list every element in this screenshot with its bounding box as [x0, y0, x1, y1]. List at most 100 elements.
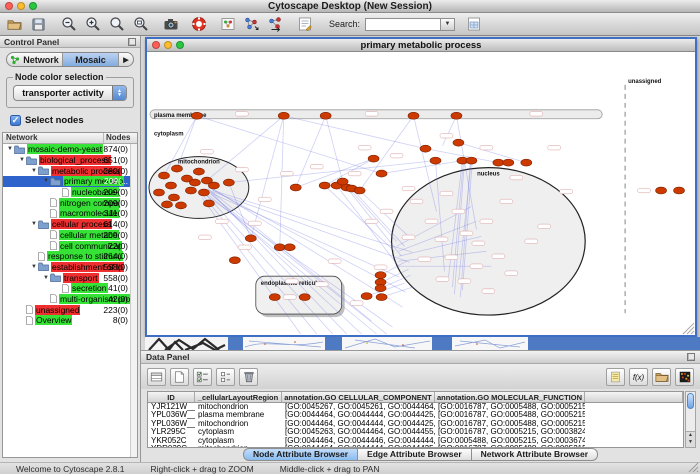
frame-zoom-button[interactable]: [176, 41, 184, 49]
table-row[interactable]: YKR052Ccytoplasm[GO:0044464, GO:0044446,…: [148, 437, 683, 445]
scrollbar-arrows[interactable]: ▲▼: [686, 431, 695, 447]
network-view-frame[interactable]: primary metabolic process plasma membran…: [145, 37, 697, 337]
tree-item-metabolic-process[interactable]: ▼metabolic process280(0): [3, 165, 137, 176]
network-node[interactable]: [354, 187, 365, 194]
table-cell[interactable]: cytoplasm: [195, 437, 282, 445]
zoom-fit-icon[interactable]: [107, 15, 126, 34]
help-lifering-icon[interactable]: [189, 15, 208, 34]
tree-item-biological-process[interactable]: ▼biological_process651(0): [3, 155, 137, 166]
table-column-header-cellularlayoutregion[interactable]: _cellularLayoutRegion: [195, 392, 282, 402]
network-node[interactable]: [269, 294, 280, 301]
tab-network[interactable]: Network: [7, 53, 63, 66]
network-node[interactable]: [503, 159, 514, 166]
save-icon[interactable]: [29, 15, 48, 34]
table-cell[interactable]: [GO:0045267, GO:0045261, GO:0044464, G..…: [282, 403, 435, 411]
network-node[interactable]: [245, 235, 256, 242]
network-node[interactable]: [191, 112, 202, 119]
table-cell[interactable]: [GO:0016787, GO:0005215, GO:0003824, G..…: [435, 428, 585, 436]
open-file-icon[interactable]: [5, 15, 24, 34]
tree-item-nucleobase[interactable]: nucleobase-209(0): [3, 187, 137, 198]
select-nodes-checkbox[interactable]: ✓: [10, 115, 21, 126]
attribute-notes-icon[interactable]: [606, 368, 625, 386]
tree-item-overview[interactable]: Overview8(0): [3, 315, 137, 326]
network-node[interactable]: [521, 159, 532, 166]
network-node[interactable]: [153, 189, 164, 196]
table-cell[interactable]: plasma membrane: [195, 411, 282, 419]
table-cell[interactable]: [585, 420, 683, 428]
table-column-header-annotation-go-molecular-function[interactable]: annotation.GO MOLECULAR_FUNCTION: [435, 392, 585, 402]
network-node[interactable]: [376, 294, 387, 301]
tree-item-establishment-of-lo[interactable]: ▼establishment of lo558(0): [3, 262, 137, 273]
disclosure-triangle-icon[interactable]: ▼: [42, 275, 50, 281]
table-cell[interactable]: [585, 403, 683, 411]
tree-column-nodes[interactable]: Nodes: [104, 133, 137, 143]
table-cell[interactable]: [GO:0016787, GO:0005488, GO:0005215, G..…: [435, 411, 585, 419]
network-node[interactable]: [175, 202, 186, 209]
table-cell[interactable]: mitochondrion: [195, 403, 282, 411]
network-node[interactable]: [278, 112, 289, 119]
network-node[interactable]: [193, 168, 204, 175]
zoom-selected-region-icon[interactable]: [131, 15, 150, 34]
tab-network-attribute-browser[interactable]: Network Attribute Browser: [472, 448, 598, 461]
network-node[interactable]: [375, 285, 386, 292]
network-node[interactable]: [299, 294, 310, 301]
network-node[interactable]: [368, 155, 379, 162]
network-node[interactable]: [674, 187, 685, 194]
zoom-button[interactable]: [29, 2, 37, 10]
network-node[interactable]: [274, 244, 285, 251]
network-edge[interactable]: [210, 193, 400, 278]
network-node[interactable]: [185, 187, 196, 194]
table-scrollbar[interactable]: ▲▼: [685, 391, 696, 448]
table-cell[interactable]: [GO:0016787, GO:0005488, GO:0005215, G..…: [435, 420, 585, 428]
table-cell[interactable]: YLR295C: [148, 428, 195, 436]
tab-mosaic[interactable]: Mosaic: [63, 53, 119, 66]
network-edge[interactable]: [360, 116, 414, 191]
table-row[interactable]: YLR295Ccytoplasm[GO:0045263, GO:0044464,…: [148, 428, 683, 436]
zoom-out-icon[interactable]: [59, 15, 78, 34]
network-node[interactable]: [493, 159, 504, 166]
frame-minimize-button[interactable]: [164, 41, 172, 49]
network-node[interactable]: [284, 244, 295, 251]
network-node[interactable]: [290, 184, 301, 191]
column-layout-icon[interactable]: [147, 368, 166, 386]
background-windows[interactable]: [145, 337, 700, 350]
table-column-header-annotation-go-cellular-component[interactable]: annotation.GO CELLULAR_COMPONENT: [282, 392, 435, 402]
table-cell[interactable]: [GO:0016787, GO:0005488, GO:0005215, G..…: [435, 403, 585, 411]
network-node[interactable]: [656, 187, 667, 194]
function-builder-icon[interactable]: f(x): [629, 368, 648, 386]
tree-item-nitrogen-compo[interactable]: nitrogen compo209(0): [3, 197, 137, 208]
network-node[interactable]: [376, 170, 387, 177]
tree-item-transport[interactable]: ▼transport558(0): [3, 272, 137, 283]
disclosure-triangle-icon[interactable]: ▼: [6, 146, 14, 152]
minimize-button[interactable]: [17, 2, 25, 10]
disclosure-triangle-icon[interactable]: ▼: [30, 264, 38, 270]
table-cell[interactable]: YKR052C: [148, 437, 195, 445]
network-node[interactable]: [158, 172, 169, 179]
tree-item-macromolecule[interactable]: macromolecule311(0): [3, 208, 137, 219]
attribute-table[interactable]: ID_cellularLayoutRegionannotation.GO CEL…: [147, 391, 684, 448]
table-column-header-empty[interactable]: [585, 392, 683, 402]
attribute-browser-icon[interactable]: [464, 15, 483, 34]
network-edge[interactable]: [325, 186, 395, 252]
network-node[interactable]: [168, 194, 179, 201]
network-frame-titlebar[interactable]: primary metabolic process: [147, 39, 695, 52]
network-node[interactable]: [420, 145, 431, 152]
import-attributes-icon[interactable]: [652, 368, 671, 386]
table-cell[interactable]: [GO:0044464, GO:0044444, GO:0044425, G..…: [282, 420, 435, 428]
frame-close-button[interactable]: [152, 41, 160, 49]
disclosure-triangle-icon[interactable]: ▼: [30, 168, 38, 174]
tree-item-multi-organism-pro[interactable]: multi-organism pro42(0): [3, 294, 137, 305]
network-node[interactable]: [361, 293, 372, 300]
network-node[interactable]: [223, 179, 234, 186]
table-row[interactable]: YJR121W__1mitochondrion[GO:0045267, GO:0…: [148, 403, 683, 411]
network-node[interactable]: [229, 257, 240, 264]
network-node[interactable]: [198, 189, 209, 196]
table-cell[interactable]: mitochondrion: [195, 420, 282, 428]
table-cell[interactable]: [585, 437, 683, 445]
disclosure-triangle-icon[interactable]: ▼: [30, 221, 38, 227]
annotation-icon[interactable]: [295, 15, 314, 34]
table-cell[interactable]: [585, 411, 683, 419]
tree-item-response-to-stimulu[interactable]: response to stimulu264(0): [3, 251, 137, 262]
network-node[interactable]: [408, 112, 419, 119]
table-column-header-id[interactable]: ID: [148, 392, 195, 402]
